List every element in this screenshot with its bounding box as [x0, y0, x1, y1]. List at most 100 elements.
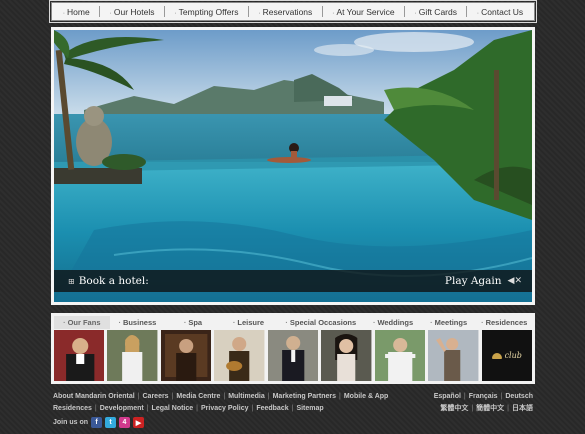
link-divider: |: [291, 404, 294, 412]
tab-residences[interactable]: · Residences: [476, 316, 532, 329]
tab-label: Meetings: [434, 318, 468, 327]
social-row: Join us on f t 4 ▶: [53, 417, 533, 428]
lang-traditional-chinese[interactable]: 繁體中文: [440, 403, 468, 413]
fan-logo-icon: [491, 352, 502, 359]
nav-tempting-offers[interactable]: · Tempting Offers: [174, 7, 238, 17]
link-divider: |: [267, 392, 270, 400]
foursquare-icon[interactable]: 4: [119, 417, 130, 428]
link-divider: |: [146, 404, 149, 412]
fan-portrait-image: [428, 330, 479, 381]
tab-weddings[interactable]: · Weddings: [365, 316, 421, 329]
fan-portrait-image: [267, 330, 319, 381]
category-tabs: · Our Fans · Business · Spa · Leisure · Speci…: [54, 316, 532, 329]
nav-divider: [247, 6, 249, 17]
mute-icon[interactable]: ◀✕: [508, 276, 522, 286]
language-row-1: Español | Français | Deutsch: [434, 390, 533, 402]
footer-link-marketing-partners[interactable]: Marketing Partners: [273, 393, 336, 400]
tab-business[interactable]: · Business: [110, 316, 166, 329]
lang-deutsch[interactable]: Deutsch: [505, 393, 533, 400]
tab-label: Leisure: [237, 318, 265, 327]
hero-banner: ⊞ Book a hotel: Play Again ◀✕: [51, 27, 535, 305]
nav-at-your-service-label: At Your Service: [336, 6, 395, 17]
footer-link-careers[interactable]: Careers: [143, 393, 169, 400]
tab-label: Our Fans: [67, 318, 101, 327]
fan-thumbnails: club: [54, 330, 532, 381]
nav-tempting-offers-label: Tempting Offers: [178, 6, 239, 17]
footer-link-legal-notice[interactable]: Legal Notice: [152, 405, 194, 412]
language-links: Español | Français | Deutsch 繁體中文 | 簡體中文 | 日…: [434, 390, 533, 414]
hero-caption-bar: ⊞ Book a hotel: Play Again ◀✕: [54, 270, 532, 292]
nav-contact-us-label: Contact Us: [481, 6, 524, 17]
nav-our-hotels-label: Our Hotels: [113, 6, 155, 17]
nav-reservations[interactable]: · Reservations: [258, 7, 312, 17]
nav-divider: [321, 6, 323, 17]
fan-portrait-image: [54, 330, 105, 381]
twitter-icon[interactable]: t: [105, 417, 116, 428]
fan-thumbnail[interactable]: [160, 330, 212, 381]
link-divider: |: [137, 392, 140, 400]
fan-portrait-image: [214, 330, 265, 381]
link-divider: |: [196, 404, 198, 412]
lang-francais[interactable]: Français: [469, 393, 498, 400]
lang-simplified-chinese[interactable]: 簡體中文: [476, 403, 504, 413]
lang-espanol[interactable]: Español: [434, 393, 461, 400]
link-divider: |: [500, 392, 503, 400]
language-row-2: 繁體中文 | 簡體中文 | 日本語: [434, 402, 533, 414]
fan-thumbnail[interactable]: [428, 330, 479, 381]
nav-home[interactable]: · Home: [63, 7, 90, 17]
footer-link-about[interactable]: About Mandarin Oriental: [53, 393, 135, 400]
youtube-icon[interactable]: ▶: [133, 417, 144, 428]
fan-thumbnail[interactable]: [214, 330, 265, 381]
link-divider: |: [463, 392, 466, 400]
facebook-icon[interactable]: f: [91, 417, 102, 428]
nav-divider: [99, 6, 101, 17]
nav-divider: [163, 6, 165, 17]
fan-thumbnail[interactable]: [321, 330, 372, 381]
club-label: club: [504, 351, 522, 360]
book-hotel-label: Book a hotel:: [78, 275, 149, 287]
tab-leisure[interactable]: · Leisure: [221, 316, 277, 329]
tab-our-fans[interactable]: · Our Fans: [54, 316, 110, 329]
lang-japanese[interactable]: 日本語: [512, 403, 533, 413]
footer-link-multimedia[interactable]: Multimedia: [228, 393, 265, 400]
fan-portrait-image: [107, 330, 158, 381]
fan-thumbnail[interactable]: [107, 330, 158, 381]
footer-link-residences[interactable]: Residences: [53, 405, 92, 412]
fan-portrait-image: [374, 330, 426, 381]
link-divider: |: [507, 404, 509, 412]
play-again-label: Play Again: [444, 275, 502, 287]
tab-label: Weddings: [377, 318, 414, 327]
tab-special-occasions[interactable]: · Special Occasions: [276, 316, 365, 329]
footer: About Mandarin Oriental | Careers | Media …: [53, 390, 533, 428]
footer-link-privacy-policy[interactable]: Privacy Policy: [201, 405, 248, 412]
tab-spa[interactable]: · Spa: [165, 316, 221, 329]
fan-thumbnail[interactable]: [374, 330, 426, 381]
link-divider: |: [339, 392, 341, 400]
nav-our-hotels[interactable]: · Our Hotels: [110, 7, 155, 17]
nav-gift-cards[interactable]: · Gift Cards: [414, 7, 457, 17]
footer-link-media-centre[interactable]: Media Centre: [176, 393, 220, 400]
top-navigation: · Home · Our Hotels · Tempting Offers · Rese…: [49, 0, 537, 23]
footer-link-mobile-app[interactable]: Mobile & App: [344, 393, 388, 400]
fan-portrait-image: [160, 330, 212, 381]
fan-thumbnail[interactable]: [54, 330, 105, 381]
nav-at-your-service[interactable]: · At Your Service: [332, 7, 394, 17]
club-thumbnail[interactable]: club: [481, 330, 532, 381]
tab-label: Spa: [188, 318, 203, 327]
book-hotel-button[interactable]: ⊞ Book a hotel:: [68, 275, 149, 287]
join-us-label: Join us on: [53, 419, 88, 426]
link-divider: |: [471, 404, 474, 412]
fan-portrait-image: [321, 330, 372, 381]
nav-contact-us[interactable]: · Contact Us: [477, 7, 523, 17]
footer-link-feedback[interactable]: Feedback: [256, 405, 288, 412]
category-strip: · Our Fans · Business · Spa · Leisure · Speci…: [51, 313, 535, 384]
link-divider: |: [94, 404, 97, 412]
play-again-button[interactable]: Play Again ◀✕: [445, 275, 522, 287]
hero-video[interactable]: ⊞ Book a hotel: Play Again ◀✕: [54, 30, 532, 302]
fan-thumbnail[interactable]: [267, 330, 319, 381]
footer-link-sitemap[interactable]: Sitemap: [296, 405, 323, 412]
link-divider: |: [223, 392, 226, 400]
club-logo: club: [491, 351, 522, 360]
tab-meetings[interactable]: · Meetings: [421, 316, 477, 329]
footer-link-development[interactable]: Development: [100, 405, 144, 412]
